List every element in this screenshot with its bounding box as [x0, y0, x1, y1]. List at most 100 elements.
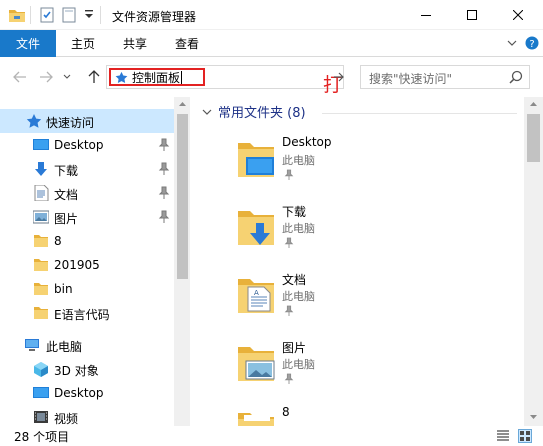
folder-location: 此电脑	[282, 290, 315, 303]
sidebar-item-downloads[interactable]: 下载	[0, 157, 174, 181]
large-icons-view-icon[interactable]	[518, 429, 532, 443]
folder-icon	[238, 413, 274, 426]
item-count: 28 个项目	[14, 430, 70, 444]
folder-icon	[34, 307, 48, 319]
details-view-icon[interactable]	[496, 429, 510, 443]
folder-tile-desktop[interactable]: Desktop 此电脑	[232, 135, 502, 197]
arrow-right-icon	[334, 72, 344, 82]
content-scroll-thumb[interactable]	[527, 114, 540, 162]
tab-home[interactable]: 主页	[62, 30, 104, 57]
minimize-icon	[421, 15, 431, 16]
scroll-up-icon[interactable]	[178, 101, 187, 107]
sidebar-item-documents[interactable]: 文档	[0, 181, 174, 205]
pin-icon	[158, 138, 170, 151]
folder-location: 此电脑	[282, 154, 315, 167]
pictures-folder-icon	[238, 347, 275, 381]
sidebar-item-pc-desktop[interactable]: Desktop	[0, 381, 174, 405]
sidebar-item-label: 快速访问	[46, 116, 95, 130]
folder-tile-pictures[interactable]: 图片 此电脑	[232, 339, 502, 401]
group-divider	[322, 113, 517, 114]
new-folder-quick-icon[interactable]	[62, 7, 76, 26]
computer-icon	[25, 339, 39, 351]
chevron-down-icon	[63, 74, 71, 79]
folder-name: 图片	[282, 341, 307, 355]
navigation-pane: 快速访问 Desktop 下载 文档 图片 8 201905 bin E语言代码…	[0, 97, 190, 426]
text-cursor	[181, 70, 183, 84]
pin-icon	[158, 210, 170, 223]
forward-button[interactable]	[36, 67, 56, 87]
properties-icon[interactable]	[40, 7, 54, 26]
folder-app-icon	[8, 7, 26, 26]
sidebar-item-this-pc[interactable]: 此电脑	[0, 333, 174, 357]
search-icon[interactable]	[509, 70, 523, 87]
picture-icon	[33, 210, 49, 224]
frequent-folders-header[interactable]: 常用文件夹 (8)	[202, 102, 306, 121]
folder-name: 8	[282, 405, 290, 419]
content-scrollbar[interactable]	[524, 97, 543, 426]
go-button[interactable]	[330, 67, 348, 87]
address-bar[interactable]: 控制面板 打字输入	[106, 65, 344, 177]
sidebar-item-label: Desktop	[54, 386, 104, 400]
sidebar-item-label: 下载	[54, 164, 79, 178]
pin-icon	[158, 186, 170, 199]
up-button[interactable]	[84, 67, 104, 87]
sidebar-item-folder-e-code[interactable]: E语言代码	[0, 301, 174, 325]
divider	[100, 6, 101, 24]
folder-tile-8[interactable]: 8	[232, 405, 502, 426]
sidebar-item-folder-bin[interactable]: bin	[0, 277, 174, 301]
maximize-button[interactable]	[449, 0, 495, 30]
sidebar-scrollbar[interactable]	[174, 97, 190, 426]
download-icon	[35, 162, 47, 176]
sidebar-item-pictures[interactable]: 图片	[0, 205, 174, 229]
expand-ribbon-button[interactable]	[504, 35, 520, 51]
scroll-down-icon[interactable]	[529, 414, 538, 420]
address-text: 控制面板	[132, 70, 181, 85]
sidebar-scroll-thumb[interactable]	[177, 114, 188, 279]
minimize-button[interactable]	[403, 0, 449, 30]
folder-tile-downloads[interactable]: 下载 此电脑	[232, 203, 502, 265]
content-pane: 常用文件夹 (8) Desktop 此电脑 下载 此电脑 A 文档 此电脑 图片…	[192, 97, 543, 426]
pin-icon	[284, 373, 294, 384]
pin-icon	[284, 305, 294, 316]
sidebar-item-label: 图片	[54, 212, 79, 226]
maximize-icon	[467, 10, 477, 20]
sidebar-item-label: 此电脑	[46, 340, 83, 354]
search-input[interactable]: 搜索"快速访问"	[369, 70, 452, 87]
tab-file[interactable]: 文件	[0, 30, 56, 57]
status-bar: 28 个项目	[0, 426, 543, 446]
downloads-folder-icon	[238, 211, 274, 245]
navigation-bar: 控制面板 打字输入 搜索"快速访问"	[0, 57, 543, 177]
sidebar-item-desktop[interactable]: Desktop	[0, 133, 174, 157]
star-icon	[115, 71, 128, 83]
sidebar-item-label: Desktop	[54, 138, 104, 152]
sidebar-item-3d-objects[interactable]: 3D 对象	[0, 357, 174, 381]
folder-tile-documents[interactable]: A 文档 此电脑	[232, 271, 502, 333]
sidebar-item-folder-201905[interactable]: 201905	[0, 253, 174, 277]
sidebar-item-videos[interactable]: 视频	[0, 405, 174, 426]
tab-view[interactable]: 查看	[166, 30, 208, 57]
desktop-icon	[33, 387, 49, 398]
title-bar: 文件资源管理器	[0, 0, 543, 30]
arrow-up-icon	[88, 70, 100, 83]
sidebar-item-folder-8[interactable]: 8	[0, 229, 174, 253]
folder-name: 文档	[282, 273, 307, 287]
sidebar-item-label: 8	[54, 234, 62, 248]
recent-locations-button[interactable]	[60, 67, 74, 87]
search-box[interactable]: 搜索"快速访问"	[360, 65, 530, 89]
documents-folder-icon: A	[238, 279, 274, 313]
folder-icon	[34, 283, 48, 295]
scroll-up-icon[interactable]	[529, 101, 538, 107]
ribbon: 文件 主页 共享 查看 ?	[0, 30, 543, 57]
address-input[interactable]: 控制面板	[109, 68, 205, 86]
video-icon	[34, 411, 48, 423]
back-button[interactable]	[10, 67, 30, 87]
help-button[interactable]: ?	[524, 35, 540, 51]
arrow-right-icon	[40, 71, 53, 83]
folder-name: 下载	[282, 205, 307, 219]
desktop-folder-icon	[238, 143, 274, 177]
close-button[interactable]	[495, 0, 541, 30]
desktop-icon	[33, 139, 49, 150]
sidebar-item-quick-access[interactable]: 快速访问	[0, 109, 174, 133]
tab-share[interactable]: 共享	[114, 30, 156, 57]
customize-toolbar-icon[interactable]	[84, 8, 94, 23]
